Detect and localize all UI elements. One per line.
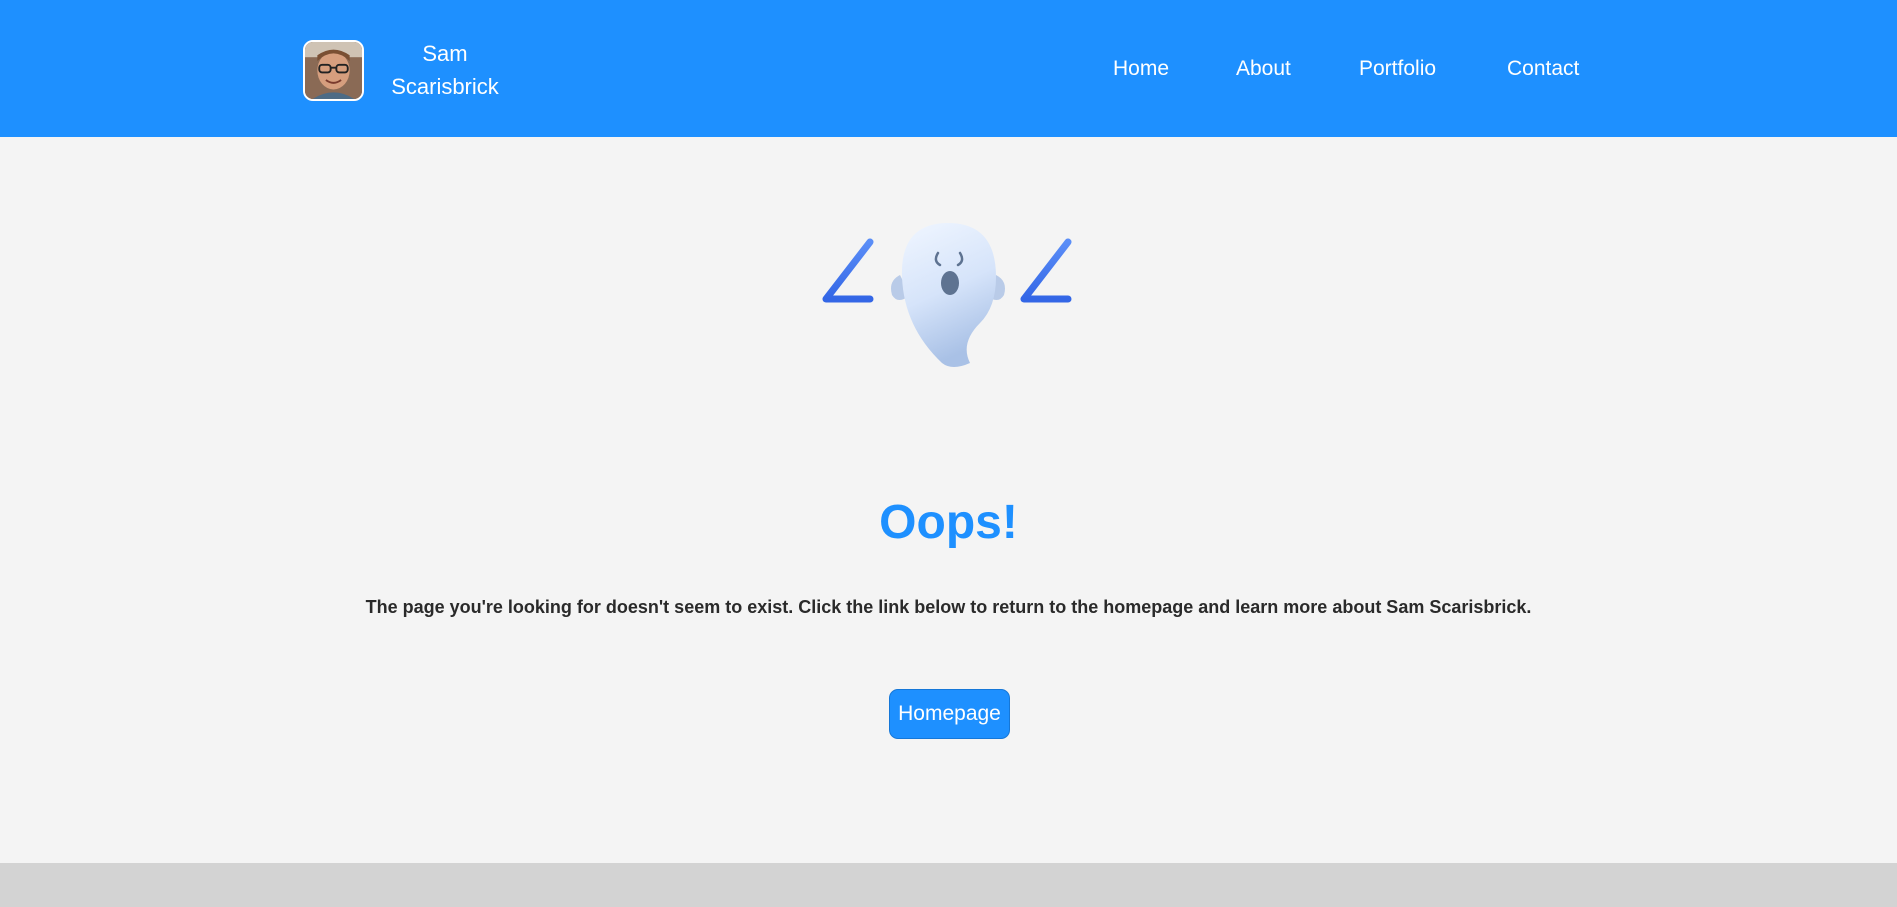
nav-about-link[interactable]: About	[1236, 57, 1291, 81]
page-title: Oops!	[879, 496, 1018, 549]
brand-name: Sam Scarisbrick	[391, 41, 499, 99]
avatar	[303, 39, 364, 101]
nav-home-link[interactable]: Home	[1113, 57, 1169, 81]
profile-photo-icon	[305, 41, 362, 99]
nav-portfolio-link[interactable]: Portfolio	[1359, 57, 1436, 81]
homepage-button[interactable]: Homepage	[889, 689, 1010, 739]
brand[interactable]: Sam Scarisbrick	[303, 37, 520, 103]
ghost-404-icon	[822, 223, 1072, 367]
nav-contact-link[interactable]: Contact	[1507, 57, 1579, 81]
site-header: Sam Scarisbrick Home About Portfolio Con…	[0, 0, 1897, 137]
error-message: The page you're looking for doesn't seem…	[365, 597, 1532, 617]
site-footer	[0, 863, 1897, 907]
